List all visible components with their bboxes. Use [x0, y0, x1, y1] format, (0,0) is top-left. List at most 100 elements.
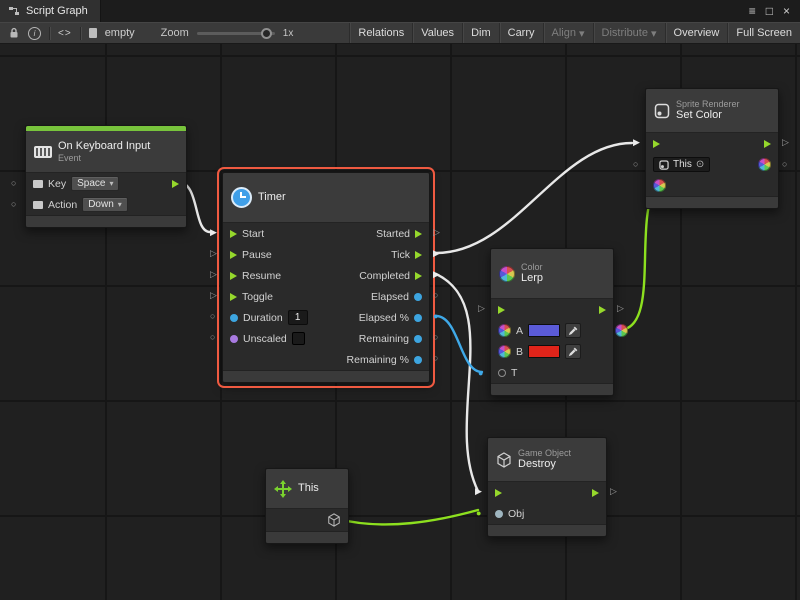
key-dropdown[interactable]: Space ▾ — [71, 176, 119, 191]
t-input-port[interactable] — [498, 369, 506, 377]
port-lerp-flow-in[interactable] — [478, 304, 485, 313]
tab-script-graph[interactable]: Script Graph — [0, 0, 101, 22]
zoom-slider[interactable] — [197, 32, 275, 35]
flow-output-port[interactable] — [599, 306, 606, 314]
tab-title: Script Graph — [26, 5, 88, 17]
bool-input-port[interactable] — [230, 335, 238, 343]
port-setcolor-target-in[interactable] — [633, 160, 638, 169]
port-toggle-in[interactable] — [210, 291, 217, 300]
flow-input-port[interactable] — [230, 272, 237, 280]
port-destroy-flow-out[interactable] — [610, 487, 617, 496]
port-pause-in[interactable] — [210, 249, 217, 258]
flow-input-port[interactable] — [230, 293, 237, 301]
port-tick-out[interactable] — [433, 249, 440, 258]
node-this[interactable]: This — [265, 468, 349, 544]
port-lerp-t-in[interactable] — [478, 369, 483, 378]
float-output-port[interactable] — [414, 335, 422, 343]
port-key-in[interactable] — [11, 179, 16, 188]
duration-input[interactable]: 1 — [288, 310, 308, 325]
color-b-swatch[interactable] — [528, 345, 560, 358]
port-remaining-out[interactable] — [433, 333, 438, 342]
timer-row-pause: Pause Tick — [223, 244, 429, 265]
relations-button[interactable]: Relations — [349, 23, 412, 43]
distribute-button[interactable]: Distribute▾ — [593, 23, 665, 43]
flow-input-port[interactable] — [230, 251, 237, 259]
flow-input-port[interactable] — [495, 489, 502, 497]
port-destroy-flow-in[interactable] — [475, 487, 482, 496]
target-object-field[interactable]: This ⊙ — [653, 157, 710, 172]
flow-input-port[interactable] — [498, 306, 505, 314]
node-timer[interactable]: Timer Start Started Pause Tick Resume Co… — [222, 172, 430, 383]
code-view-icon[interactable]: <> — [58, 28, 72, 39]
window-menu-icon[interactable]: ≡ — [747, 4, 758, 18]
unscaled-checkbox[interactable] — [292, 332, 305, 345]
flow-input-port[interactable] — [230, 230, 237, 238]
flow-output-port[interactable] — [415, 230, 422, 238]
color-port-icon[interactable] — [498, 324, 511, 337]
flow-output-port[interactable] — [415, 251, 422, 259]
overview-button[interactable]: Overview — [665, 23, 728, 43]
graph-canvas[interactable]: On Keyboard Input Event Key Space ▾ Acti… — [0, 44, 800, 600]
start-label: Start — [242, 228, 264, 240]
dim-button[interactable]: Dim — [462, 23, 499, 43]
port-setcolor-flow-in[interactable] — [633, 138, 640, 147]
port-setcolor-out[interactable] — [782, 160, 787, 169]
info-icon[interactable] — [28, 27, 41, 40]
port-elapsed-pct-out[interactable] — [433, 312, 438, 321]
values-button[interactable]: Values — [412, 23, 462, 43]
float-output-port[interactable] — [414, 314, 422, 322]
chevron-down-icon: ▾ — [109, 179, 113, 188]
close-icon[interactable]: × — [781, 4, 792, 18]
full-screen-button[interactable]: Full Screen — [727, 23, 800, 43]
color-output-port[interactable] — [758, 158, 771, 171]
zoom-slider-handle[interactable] — [261, 28, 272, 39]
action-label: Action — [48, 199, 77, 211]
port-completed-out[interactable] — [433, 270, 440, 279]
float-output-port[interactable] — [414, 356, 422, 364]
gameobject-output-port[interactable] — [327, 513, 341, 527]
port-duration-in[interactable] — [210, 312, 215, 321]
object-picker-icon[interactable]: ⊙ — [696, 159, 704, 170]
lock-icon[interactable] — [8, 27, 20, 39]
obj-input-port[interactable] — [495, 510, 503, 518]
port-destroy-obj-in[interactable] — [476, 509, 481, 518]
node-footer — [266, 531, 348, 543]
node-color-lerp[interactable]: Color Lerp A — [490, 248, 614, 396]
edge-timer-tick-to-setcolor[interactable] — [436, 143, 632, 253]
action-dropdown[interactable]: Down ▾ — [82, 197, 128, 212]
eyedropper-button[interactable] — [565, 323, 581, 338]
port-started-out[interactable] — [433, 228, 440, 237]
flow-output-port[interactable] — [592, 489, 599, 497]
edge-timer-elapsedpct-to-lerp-t[interactable] — [436, 316, 482, 372]
color-port-icon[interactable] — [498, 345, 511, 358]
float-input-port[interactable] — [230, 314, 238, 322]
color-input-port[interactable] — [653, 179, 666, 192]
node-destroy[interactable]: Game Object Destroy Obj — [487, 437, 607, 537]
carry-button[interactable]: Carry — [499, 23, 543, 43]
align-button[interactable]: Align▾ — [543, 23, 593, 43]
node-on-keyboard-input[interactable]: On Keyboard Input Event Key Space ▾ Acti… — [25, 125, 187, 228]
float-output-port[interactable] — [414, 293, 422, 301]
edge-this-to-destroy-obj[interactable] — [338, 510, 478, 524]
flow-input-port[interactable] — [653, 140, 660, 148]
flow-output-port[interactable] — [415, 272, 422, 280]
color-a-swatch[interactable] — [528, 324, 560, 337]
node-set-color[interactable]: Sprite Renderer Set Color This ⊙ — [645, 88, 779, 209]
flow-output-port[interactable] — [764, 140, 771, 148]
port-lerp-flow-out[interactable] — [617, 304, 624, 313]
flow-output-port[interactable] — [172, 180, 179, 188]
edge-timer-completed-to-destroy[interactable] — [436, 274, 478, 491]
port-action-in[interactable] — [11, 200, 16, 209]
node-title: Lerp — [521, 272, 543, 285]
port-unscaled-in[interactable] — [210, 333, 215, 342]
node-header: Sprite Renderer Set Color — [646, 89, 778, 133]
port-start-in[interactable] — [210, 228, 217, 237]
port-elapsed-out[interactable] — [433, 291, 438, 300]
port-resume-in[interactable] — [210, 270, 217, 279]
port-setcolor-flow-out[interactable] — [782, 138, 789, 147]
port-remaining-pct-out[interactable] — [433, 354, 438, 363]
pause-label: Pause — [242, 249, 272, 261]
maximize-icon[interactable]: □ — [764, 4, 775, 18]
port-lerp-color-out[interactable] — [615, 324, 628, 337]
eyedropper-button[interactable] — [565, 344, 581, 359]
